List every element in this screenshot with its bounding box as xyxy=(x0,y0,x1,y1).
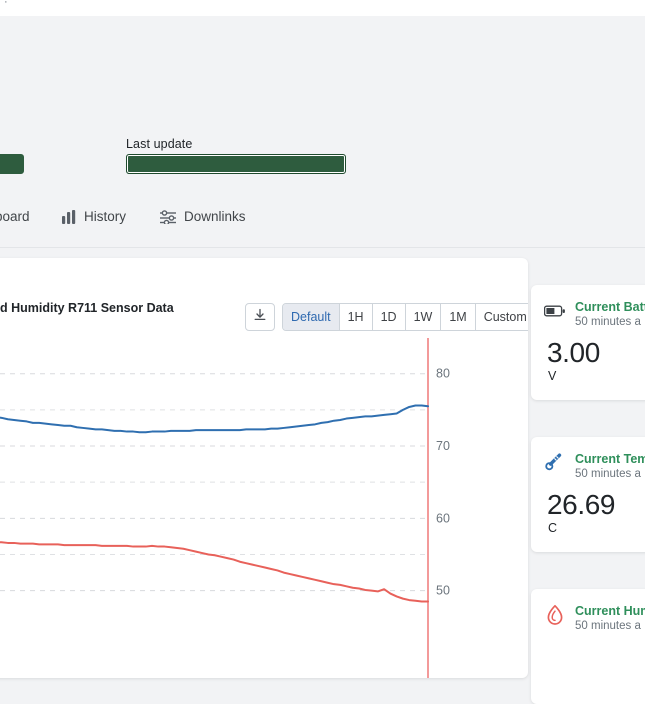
card-title-link[interactable]: Current Tem xyxy=(575,452,645,466)
breadcrumb-fragment: · xyxy=(4,0,8,8)
card-title-link[interactable]: Current Hum xyxy=(575,604,645,618)
card-value: 3.00 xyxy=(547,337,600,368)
sliders-icon xyxy=(160,209,177,225)
card-subtitle: 50 minutes a xyxy=(575,468,641,480)
tab-downlinks[interactable]: Downlinks xyxy=(160,209,246,225)
tab-history-label: History xyxy=(84,209,127,224)
app-root: · Last update board History xyxy=(0,0,645,704)
svg-text:50: 50 xyxy=(436,584,450,598)
card-unit: C xyxy=(548,521,558,535)
humidity-drop-icon xyxy=(544,604,566,626)
last-update-value-field[interactable] xyxy=(126,154,346,174)
nav-tabs: board History xyxy=(0,200,645,246)
card-current-battery: Current Batt 50 minutes a 3.00 V xyxy=(531,285,645,400)
bar-chart-icon xyxy=(62,209,77,224)
time-range-segmented-control: Default 1H 1D 1W 1M Custom xyxy=(282,303,528,331)
card-header: Current Batt 50 minutes a xyxy=(544,300,645,328)
svg-text:80: 80 xyxy=(436,367,450,381)
card-title-link[interactable]: Current Batt xyxy=(575,300,645,314)
card-value: 26.69 xyxy=(547,489,616,520)
header-divider xyxy=(0,247,645,248)
last-update-label: Last update xyxy=(126,137,193,151)
card-current-humidity: Current Hum 50 minutes a xyxy=(531,589,645,704)
thermometer-icon xyxy=(544,452,566,474)
svg-text:60: 60 xyxy=(436,511,450,525)
tab-dashboard-label: board xyxy=(0,209,30,224)
chart-plot-area: 50 60 70 80 xyxy=(0,338,528,678)
download-icon xyxy=(253,308,267,327)
svg-text:70: 70 xyxy=(436,439,450,453)
highlight-field-left xyxy=(0,154,24,174)
tab-downlinks-label: Downlinks xyxy=(184,209,246,224)
tab-dashboard[interactable]: board xyxy=(0,209,30,224)
chart-controls: Default 1H 1D 1W 1M Custom xyxy=(245,303,528,331)
card-subtitle: 50 minutes a xyxy=(575,316,641,328)
range-1m[interactable]: 1M xyxy=(441,304,476,330)
download-button[interactable] xyxy=(245,303,275,331)
page-header-strip xyxy=(0,0,645,16)
range-custom[interactable]: Custom xyxy=(475,304,528,330)
sensor-chart-card: d Humidity R711 Sensor Data Default 1H 1… xyxy=(0,258,528,678)
range-1d[interactable]: 1D xyxy=(372,304,406,330)
range-1h[interactable]: 1H xyxy=(339,304,373,330)
card-subtitle: 50 minutes a xyxy=(575,620,641,632)
battery-icon xyxy=(544,300,566,322)
range-default[interactable]: Default xyxy=(283,304,340,330)
card-current-temperature: Current Tem 50 minutes a 26.69 C xyxy=(531,437,645,552)
chart-svg: 50 60 70 80 xyxy=(0,338,450,678)
range-1w[interactable]: 1W xyxy=(405,304,442,330)
tab-history[interactable]: History xyxy=(62,209,126,224)
top-section: · Last update board History xyxy=(0,0,645,248)
card-unit: V xyxy=(548,369,557,383)
card-header: Current Hum 50 minutes a xyxy=(544,604,645,632)
chart-title: d Humidity R711 Sensor Data xyxy=(0,301,174,315)
card-header: Current Tem 50 minutes a xyxy=(544,452,645,480)
